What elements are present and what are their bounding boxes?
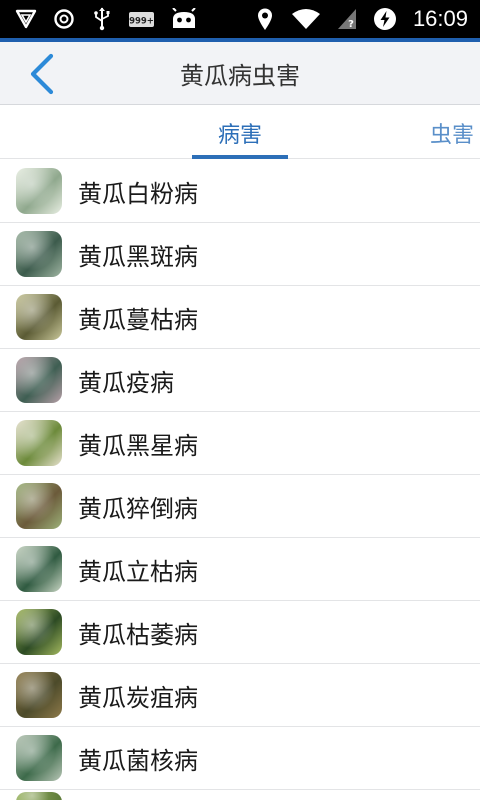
vpn-shield-icon xyxy=(14,7,38,31)
signal-icon: ? xyxy=(335,7,359,31)
list-item[interactable]: 黄瓜黑斑病 xyxy=(0,223,480,286)
wifi-icon xyxy=(291,7,321,31)
list-item-label: 黄瓜炭疽病 xyxy=(78,683,198,712)
disease-thumbnail xyxy=(16,420,62,466)
disease-thumbnail xyxy=(16,357,62,403)
list-item-label: 黄瓜疫病 xyxy=(78,368,174,397)
list-item[interactable]: 黄瓜立枯病 xyxy=(0,538,480,601)
disease-thumbnail xyxy=(16,735,62,781)
disease-thumbnail xyxy=(16,483,62,529)
list-item-partial[interactable] xyxy=(0,790,480,800)
tab-diseases-label: 病害 xyxy=(217,122,262,148)
list-item-label: 黄瓜菌核病 xyxy=(78,746,198,775)
ring-icon xyxy=(52,7,76,31)
disease-thumbnail xyxy=(16,609,62,655)
disease-list: 黄瓜白粉病黄瓜黑斑病黄瓜蔓枯病黄瓜疫病黄瓜黑星病黄瓜猝倒病黄瓜立枯病黄瓜枯萎病黄… xyxy=(0,160,480,800)
list-item-label: 黄瓜黑星病 xyxy=(78,431,198,460)
android-robot-icon xyxy=(170,7,198,31)
tab-bar: 病害 虫害 xyxy=(0,106,480,159)
disease-thumbnail xyxy=(16,672,62,718)
list-item-label: 黄瓜白粉病 xyxy=(78,179,198,208)
svg-text:?: ? xyxy=(348,19,354,30)
title-bar: 黄瓜病虫害 xyxy=(0,42,480,105)
list-item-label: 黄瓜蔓枯病 xyxy=(78,305,198,334)
location-pin-icon xyxy=(253,7,277,31)
disease-thumbnail xyxy=(16,231,62,277)
list-item[interactable]: 黄瓜炭疽病 xyxy=(0,664,480,727)
disease-thumbnail xyxy=(16,792,62,800)
disease-thumbnail xyxy=(16,546,62,592)
tab-diseases[interactable]: 病害 xyxy=(192,106,288,159)
power-icon xyxy=(373,7,397,31)
tab-active-indicator xyxy=(192,155,288,159)
usb-icon xyxy=(90,7,114,31)
tab-pests[interactable]: 虫害 xyxy=(430,106,480,159)
list-item[interactable]: 黄瓜白粉病 xyxy=(0,160,480,223)
list-item[interactable]: 黄瓜菌核病 xyxy=(0,727,480,790)
disease-thumbnail xyxy=(16,294,62,340)
tab-pests-label: 虫害 xyxy=(430,122,475,148)
chevron-left-icon xyxy=(30,53,54,95)
status-bar: 999+ ? 16:09 xyxy=(0,0,480,38)
list-item-label: 黄瓜猝倒病 xyxy=(78,494,198,523)
list-item-label: 黄瓜立枯病 xyxy=(78,557,198,586)
svg-text:999+: 999+ xyxy=(129,17,154,27)
battery-badge-icon: 999+ xyxy=(128,7,156,31)
list-item-label: 黄瓜枯萎病 xyxy=(78,620,198,649)
list-item[interactable]: 黄瓜黑星病 xyxy=(0,412,480,475)
status-bar-time: 16:09 xyxy=(412,6,468,31)
disease-thumbnail xyxy=(16,168,62,214)
status-bar-right: ? 16:09 xyxy=(253,6,468,32)
page-title: 黄瓜病虫害 xyxy=(180,62,300,90)
status-bar-left: 999+ xyxy=(14,7,198,31)
list-item[interactable]: 黄瓜疫病 xyxy=(0,349,480,412)
list-item[interactable]: 黄瓜枯萎病 xyxy=(0,601,480,664)
list-item-label: 黄瓜黑斑病 xyxy=(78,242,198,271)
list-item[interactable]: 黄瓜蔓枯病 xyxy=(0,286,480,349)
list-item[interactable]: 黄瓜猝倒病 xyxy=(0,475,480,538)
back-button[interactable] xyxy=(22,52,62,96)
